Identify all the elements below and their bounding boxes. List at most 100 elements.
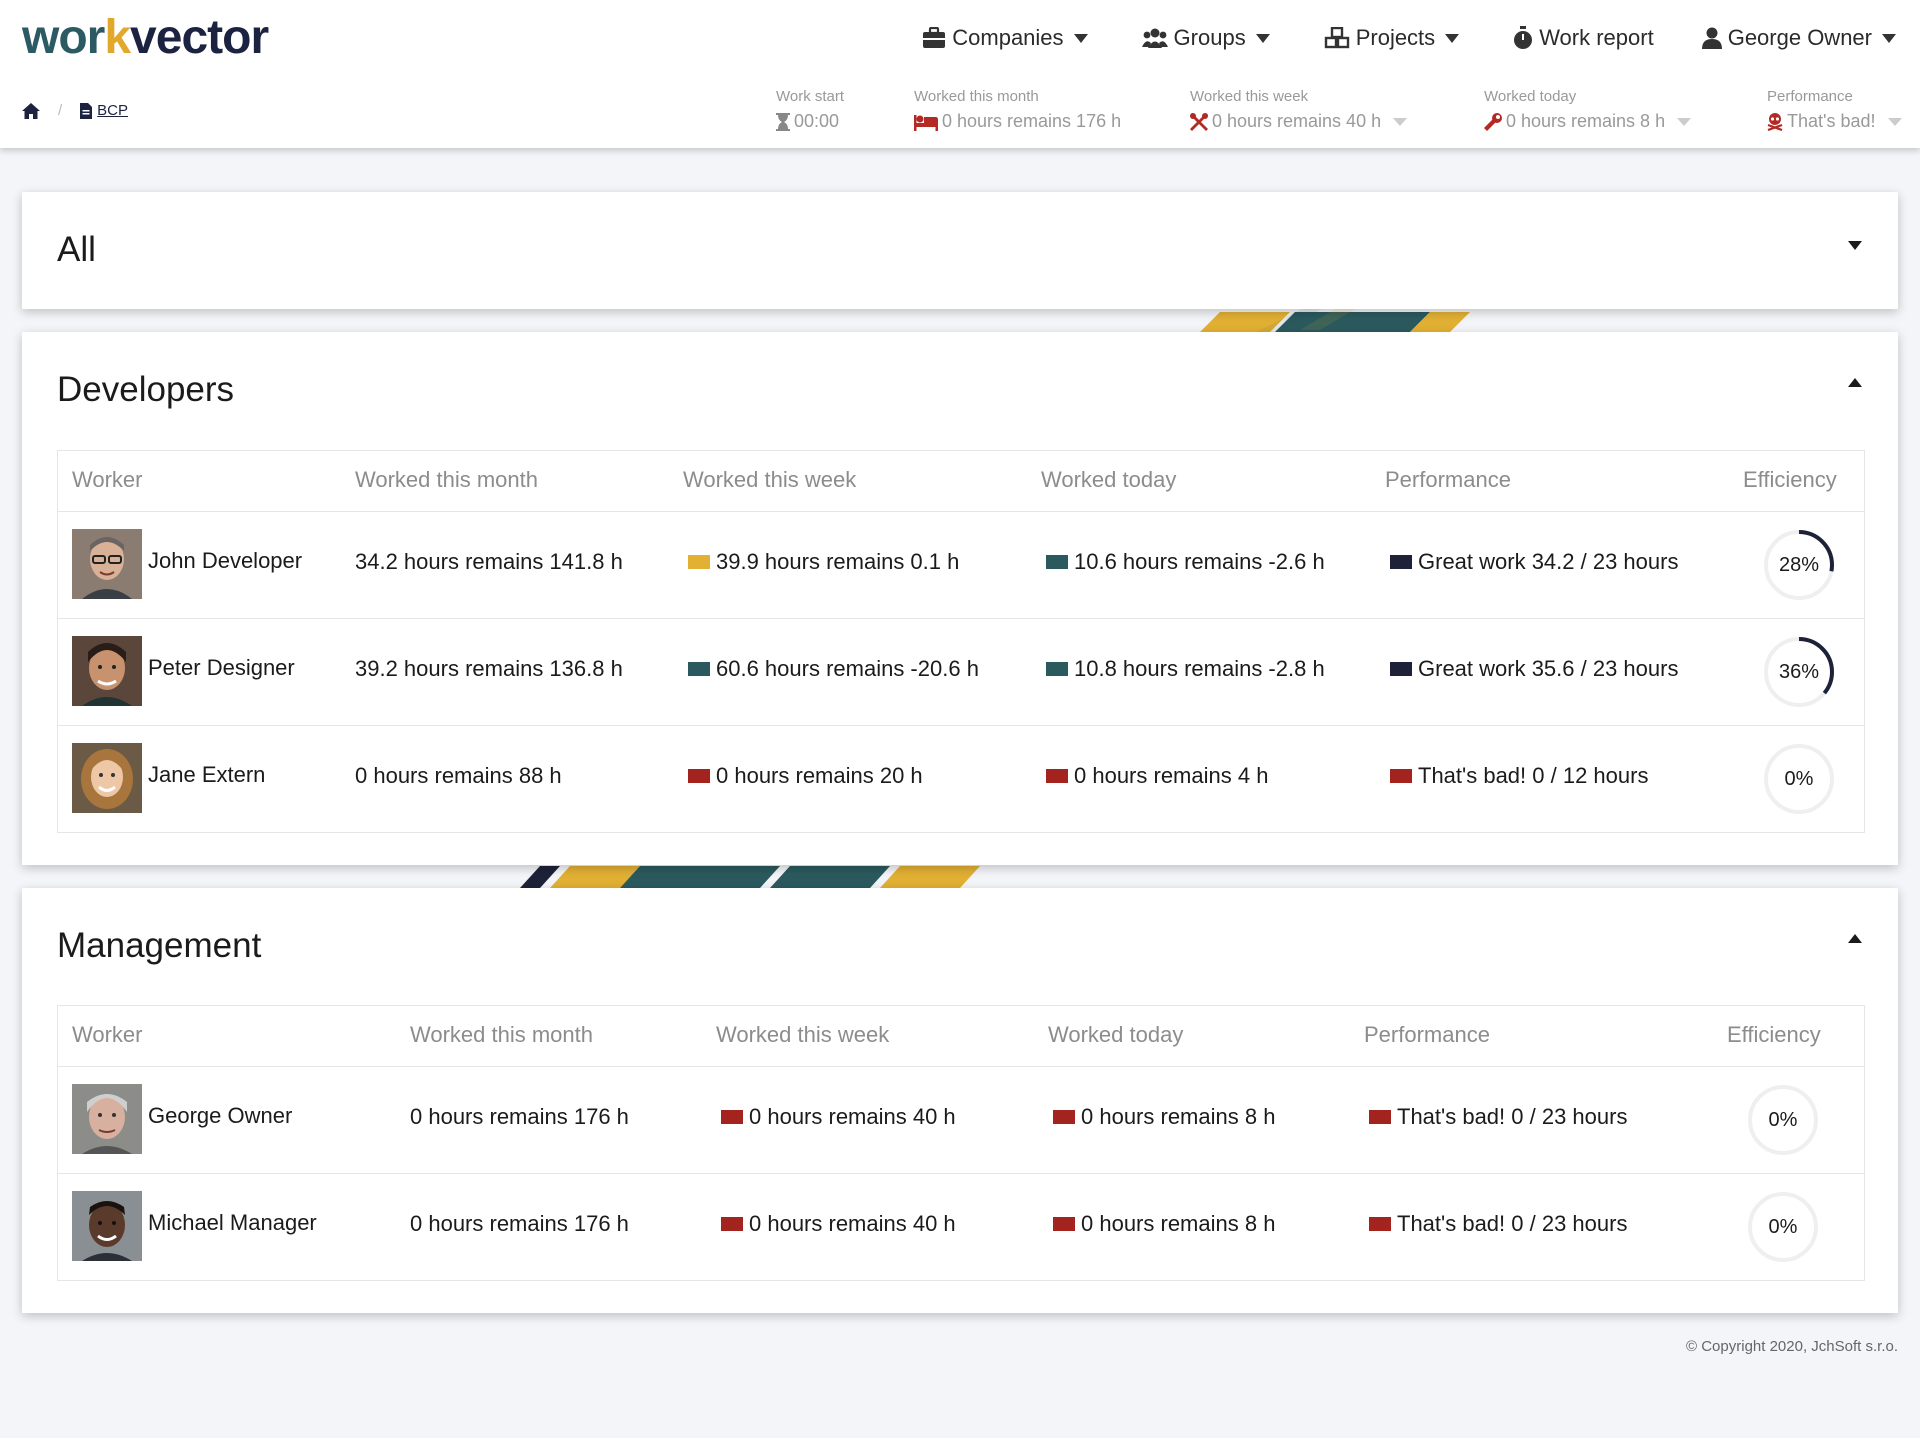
cell-performance: That's bad! 0 / 23 hours <box>1369 1211 1627 1237</box>
avatar <box>72 1084 142 1154</box>
caret-down-icon <box>1882 33 1896 43</box>
cell-month: 0 hours remains 88 h <box>355 763 562 788</box>
top-header: workvector Companies Groups Projects Wor… <box>0 0 1920 148</box>
cell-month: 39.2 hours remains 136.8 h <box>355 656 623 681</box>
users-icon <box>1141 28 1168 48</box>
status-square <box>1390 769 1412 783</box>
col-worker: Worker <box>72 467 143 492</box>
nav-label: Companies <box>952 25 1064 50</box>
table-header: Worker Worked this month Worked this wee… <box>58 451 1864 512</box>
table-row[interactable]: Jane Extern 0 hours remains 88 h 0 hours… <box>58 726 1864 832</box>
cell-today: 0 hours remains 8 h <box>1053 1211 1275 1237</box>
cell-performance: Great work 34.2 / 23 hours <box>1390 549 1678 575</box>
col-week: Worked this week <box>683 467 857 492</box>
status-square <box>1390 662 1412 676</box>
table-row[interactable]: George Owner 0 hours remains 176 h 0 hou… <box>58 1067 1864 1174</box>
caret-down-icon <box>1073 33 1088 43</box>
nav-groups[interactable]: Groups <box>1141 25 1276 51</box>
efficiency-gauge: 28% <box>1763 529 1835 601</box>
workvector-logo[interactable]: workvector <box>22 10 269 65</box>
status-square <box>1046 662 1068 676</box>
stat-performance[interactable]: Performance That's bad! <box>1767 88 1906 132</box>
stat-value: 00:00 <box>776 111 844 132</box>
caret-down-icon <box>1887 117 1902 126</box>
nav-companies[interactable]: Companies <box>922 25 1093 51</box>
worker-name[interactable]: Michael Manager <box>148 1210 317 1236</box>
briefcase-icon <box>923 27 946 48</box>
table-row[interactable]: Michael Manager 0 hours remains 176 h 0 … <box>58 1174 1864 1280</box>
cubes-icon <box>1324 27 1349 49</box>
efficiency-value: 36% <box>1778 661 1820 683</box>
stat-label: Performance <box>1767 88 1853 105</box>
chevron-up-icon[interactable] <box>1848 378 1862 387</box>
chevron-up-icon[interactable] <box>1848 934 1862 943</box>
worker-name[interactable]: Jane Extern <box>148 762 265 788</box>
nav-label: Groups <box>1173 25 1246 50</box>
stat-label: Work start <box>776 88 845 105</box>
col-today: Worked today <box>1041 467 1177 492</box>
efficiency-value: 0% <box>1784 768 1814 790</box>
nav-work-report[interactable]: Work report <box>1513 25 1654 51</box>
status-square <box>721 1217 743 1231</box>
col-performance: Performance <box>1364 1022 1490 1047</box>
user-icon <box>1701 27 1722 49</box>
breadcrumb-current[interactable]: BCP <box>97 102 128 119</box>
cell-week: 60.6 hours remains -20.6 h <box>688 656 979 682</box>
status-square <box>688 769 710 783</box>
nav-label: Work report <box>1539 25 1654 50</box>
stat-value: That's bad! <box>1767 111 1906 132</box>
table-row[interactable]: John Developer 34.2 hours remains 141.8 … <box>58 512 1864 619</box>
nav-user-menu[interactable]: George Owner <box>1701 25 1902 51</box>
stat-worked-month[interactable]: Worked this month 0 hours remains 176 h <box>914 88 1121 132</box>
efficiency-gauge: 0% <box>1763 743 1835 815</box>
cell-today: 10.6 hours remains -2.6 h <box>1046 549 1325 575</box>
group-title: Developers <box>57 370 235 409</box>
status-square <box>1369 1217 1391 1231</box>
top-navigation: Companies Groups Projects Work report Ge… <box>874 14 1902 62</box>
cell-performance: That's bad! 0 / 12 hours <box>1390 763 1648 789</box>
skull-icon <box>1767 112 1783 131</box>
stat-worked-today[interactable]: Worked today 0 hours remains 8 h <box>1484 88 1695 132</box>
avatar <box>72 1191 142 1261</box>
status-square <box>1053 1110 1075 1124</box>
efficiency-value: 28% <box>1778 554 1820 576</box>
nav-projects[interactable]: Projects <box>1324 25 1465 51</box>
bed-icon <box>914 114 938 131</box>
efficiency-gauge: 0% <box>1747 1191 1819 1263</box>
tools-icon <box>1190 112 1208 131</box>
table-row[interactable]: Peter Designer 39.2 hours remains 136.8 … <box>58 619 1864 726</box>
efficiency-gauge: 0% <box>1747 1084 1819 1156</box>
cell-week: 39.9 hours remains 0.1 h <box>688 549 959 575</box>
nav-label: Projects <box>1355 25 1436 50</box>
col-month: Worked this month <box>410 1022 594 1047</box>
group-card-all: All <box>22 192 1898 309</box>
caret-down-icon <box>1255 33 1270 43</box>
stat-label: Worked this month <box>914 88 1039 105</box>
cell-week: 0 hours remains 20 h <box>688 763 923 789</box>
cell-month: 34.2 hours remains 141.8 h <box>355 549 623 574</box>
stat-value: 0 hours remains 176 h <box>914 111 1121 132</box>
caret-down-icon <box>1677 117 1692 126</box>
caret-down-icon <box>1445 33 1460 43</box>
footer-copyright: © Copyright 2020, JchSoft s.r.o. <box>1686 1338 1898 1355</box>
caret-down-icon <box>1393 117 1408 126</box>
status-square <box>721 1110 743 1124</box>
chevron-down-icon[interactable] <box>1848 241 1862 250</box>
group-title: All <box>57 230 96 269</box>
efficiency-value: 0% <box>1768 1216 1798 1238</box>
nav-label: George Owner <box>1727 25 1872 50</box>
worker-name[interactable]: John Developer <box>148 548 302 574</box>
stopwatch-icon <box>1514 26 1533 49</box>
col-month: Worked this month <box>355 467 539 492</box>
cell-month: 0 hours remains 176 h <box>410 1104 629 1129</box>
col-efficiency: Efficiency <box>1743 467 1837 492</box>
stat-value: 0 hours remains 40 h <box>1190 111 1411 132</box>
worker-name[interactable]: Peter Designer <box>148 655 295 681</box>
breadcrumb-separator: / <box>58 102 63 119</box>
cell-performance: Great work 35.6 / 23 hours <box>1390 656 1678 682</box>
status-square <box>1046 769 1068 783</box>
stat-worked-week[interactable]: Worked this week 0 hours remains 40 h <box>1190 88 1411 132</box>
home-icon[interactable] <box>22 102 40 119</box>
worker-name[interactable]: George Owner <box>148 1103 292 1129</box>
status-square <box>1390 555 1412 569</box>
